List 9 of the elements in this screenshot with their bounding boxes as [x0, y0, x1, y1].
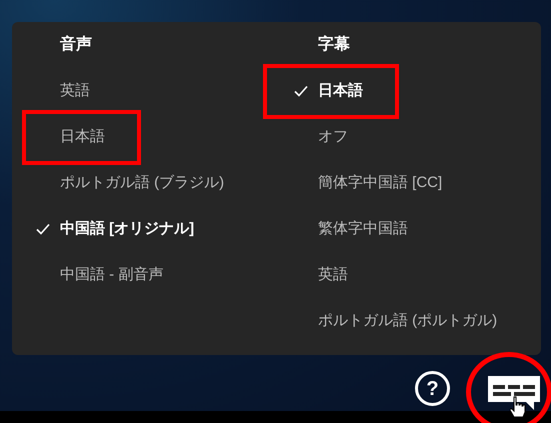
check-icon	[294, 86, 308, 96]
subtitles-icon[interactable]	[488, 376, 540, 412]
section-heading: 字幕	[317, 34, 351, 55]
language-option[interactable]: 日本語	[263, 64, 399, 118]
section-heading: 音声	[59, 34, 93, 55]
hand-cursor-icon	[510, 396, 526, 418]
language-option[interactable]: 日本語	[22, 110, 141, 164]
help-button[interactable]: ?	[415, 371, 450, 406]
check-icon	[36, 224, 50, 234]
